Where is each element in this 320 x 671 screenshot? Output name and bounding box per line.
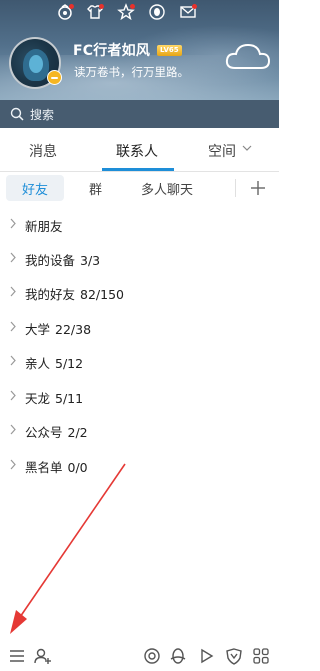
list-item[interactable]: 我的好友 82/150 [0,276,279,308]
qq-zone-icon[interactable] [56,3,74,21]
qq-penguin-icon[interactable] [148,3,166,21]
signature[interactable]: 读万卷书，行万里路。 [74,64,189,80]
chevron-right-icon [10,355,16,366]
active-tab-indicator [102,168,174,171]
group-count: 3/3 [80,253,101,268]
tab-space[interactable]: 空间 [208,141,236,161]
chevron-right-icon [10,286,16,297]
list-item[interactable]: 天龙 5/11 [0,380,279,412]
list-item[interactable]: 亲人 5/12 [0,345,279,377]
menu-icon[interactable] [7,646,27,666]
list-item[interactable]: 公众号 2/2 [0,414,279,446]
nickname[interactable]: FC行者如风 [73,40,150,60]
group-count: 5/12 [55,356,84,371]
level-badge[interactable]: LV65 [157,45,182,56]
group-name: 天龙 [25,391,51,406]
apps-grid-icon[interactable] [251,646,271,666]
notification-dot [69,4,74,9]
contact-subtabs: 好友 群 多人聊天 [0,172,279,204]
top-icon-bar [0,3,279,23]
tab-contacts[interactable]: 联系人 [116,141,158,161]
list-item[interactable]: 我的设备 3/3 [0,242,279,274]
subtab-multi-chat[interactable]: 多人聊天 [141,179,193,198]
group-count: 2/2 [67,425,88,440]
search-icon [10,107,24,121]
group-name: 亲人 [25,356,51,371]
group-name: 大学 [25,322,51,337]
avatar-figure-highlight [29,55,43,73]
weather-cloud-icon[interactable] [223,40,273,74]
group-name: 我的设备 [25,253,76,268]
group-count: 82/150 [80,287,124,302]
list-item[interactable]: 大学 22/38 [0,311,279,343]
main-tabs: 消息 联系人 空间 [0,128,279,172]
notification-dot [99,4,104,9]
group-count: 5/11 [55,391,84,406]
profile-header: FC行者如风 LV65 读万卷书，行万里路。 [0,0,279,100]
chevron-right-icon [10,321,16,332]
chevron-right-icon [10,424,16,435]
star-icon[interactable] [117,3,135,21]
subtab-friends[interactable]: 好友 [22,179,48,198]
add-friend-icon[interactable] [33,646,53,666]
search-bar[interactable]: 搜索 [0,100,279,128]
chevron-right-icon [10,252,16,263]
list-item[interactable]: 新朋友 [0,208,279,240]
notification-dot [192,4,197,9]
chevron-right-icon [10,218,16,229]
chevron-right-icon [10,390,16,401]
penguin-game-icon[interactable] [168,646,188,666]
chevron-down-icon[interactable] [242,143,252,153]
mention-icon[interactable] [142,646,162,666]
add-icon[interactable] [250,180,266,196]
group-count: 22/38 [55,322,92,337]
group-name: 公众号 [25,425,63,440]
group-name: 新朋友 [25,219,63,234]
divider [235,179,236,197]
tab-messages[interactable]: 消息 [29,141,57,161]
bottom-toolbar [0,641,279,671]
mail-icon[interactable] [179,3,197,21]
search-input[interactable]: 搜索 [30,106,54,123]
notification-dot [130,4,135,9]
heart-shield-icon[interactable] [224,646,244,666]
shirt-icon[interactable] [86,3,104,21]
annotation-arrow [10,463,126,634]
subtab-groups[interactable]: 群 [89,179,102,198]
group-name: 我的好友 [25,287,76,302]
online-status-icon[interactable] [47,70,62,85]
play-icon[interactable] [196,646,216,666]
